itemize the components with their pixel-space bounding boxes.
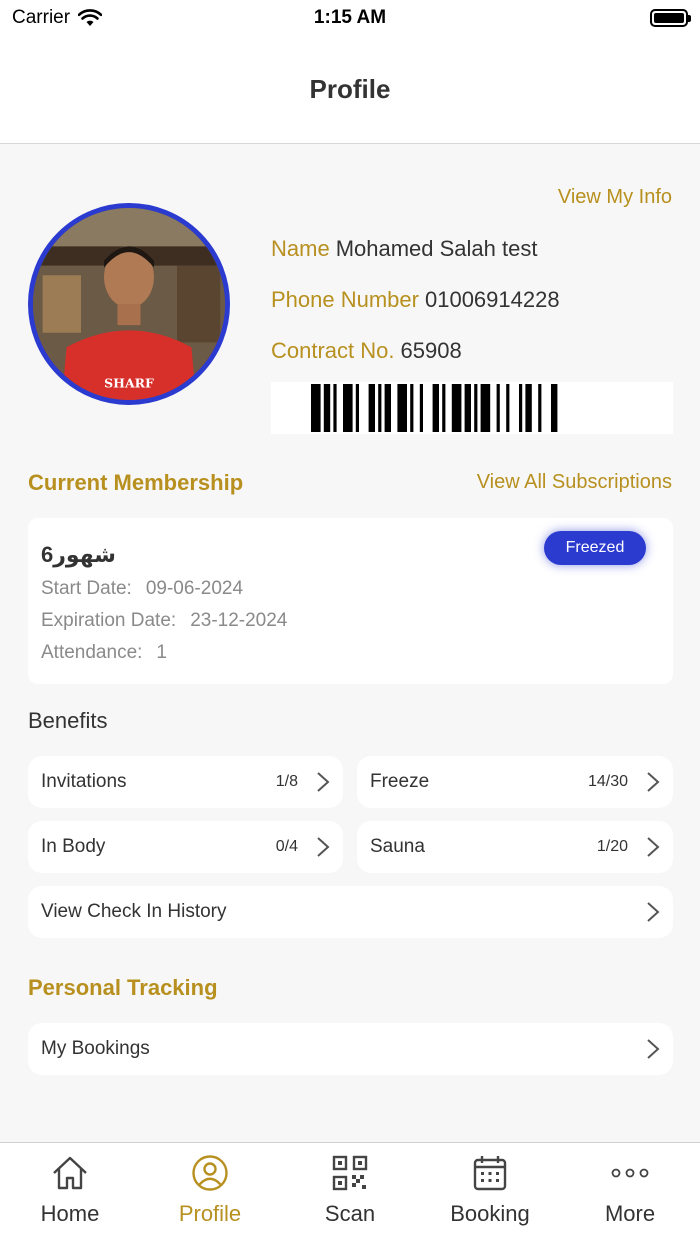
benefit-label: In Body — [41, 836, 106, 857]
barcode-bar — [451, 384, 462, 432]
personal-tracking-title: Personal Tracking — [28, 975, 218, 1000]
carrier-label: Carrier — [12, 7, 71, 28]
barcode-bar — [333, 384, 337, 432]
chevron-right-icon — [647, 1039, 660, 1059]
bookings-label: My Bookings — [41, 1038, 150, 1059]
chevron-right-icon — [647, 902, 660, 922]
battery-icon — [650, 9, 691, 27]
qr-code-icon — [332, 1155, 368, 1191]
benefit-freeze[interactable]: Freeze 14/30 — [357, 756, 673, 808]
benefit-count: 14/30 — [587, 773, 628, 790]
barcode-image — [271, 382, 673, 434]
chevron-right-icon — [317, 772, 330, 792]
barcode-bar — [464, 384, 471, 432]
barcode-bar — [410, 384, 414, 432]
status-bar: Carrier 1:15 AM — [0, 0, 700, 36]
my-bookings-row[interactable]: My Bookings — [28, 1023, 673, 1075]
barcode-bar — [525, 384, 532, 432]
view-check-in-history-row[interactable]: View Check In History — [28, 886, 673, 938]
tab-profile[interactable]: Profile — [140, 1143, 280, 1244]
phone-row: Phone Number 01006914228 — [271, 287, 560, 313]
contract-value: 65908 — [400, 338, 462, 363]
benefits-title: Benefits — [28, 708, 108, 733]
plan-name: 6شهور — [41, 542, 116, 567]
expiration-date-label: Expiration Date: — [41, 610, 177, 631]
avatar: SHARF — [28, 203, 230, 405]
name-label: Name — [271, 236, 330, 261]
barcode-bar — [496, 384, 500, 432]
tab-label: Profile — [178, 1201, 242, 1226]
benefit-label: Freeze — [370, 771, 430, 792]
start-date-row: Start Date: 09-06-2024 — [41, 578, 243, 600]
barcode-bar — [311, 384, 321, 432]
attendance-value: 1 — [156, 642, 167, 663]
barcode-bar — [419, 384, 423, 432]
benefit-label: Invitations — [41, 771, 127, 792]
benefit-label: Sauna — [370, 836, 425, 857]
barcode-bar — [378, 384, 382, 432]
start-date-label: Start Date: — [41, 578, 132, 599]
barcode-bar — [432, 384, 439, 432]
tab-home[interactable]: Home — [0, 1143, 140, 1244]
name-value: Mohamed Salah test — [335, 236, 538, 261]
tab-booking[interactable]: Booking — [420, 1143, 560, 1244]
home-icon — [53, 1156, 87, 1190]
benefit-count: 1/8 — [275, 773, 298, 790]
tab-label: More — [604, 1201, 656, 1226]
phone-label: Phone Number — [271, 287, 419, 312]
benefit-invitations[interactable]: Invitations 1/8 — [28, 756, 343, 808]
barcode-bar — [551, 384, 558, 432]
history-label: View Check In History — [41, 901, 227, 922]
barcode-bar — [323, 384, 331, 432]
barcode-bar — [343, 384, 353, 432]
wifi-icon — [78, 9, 103, 26]
contract-row: Contract No. 65908 — [271, 338, 462, 364]
benefit-count: 1/20 — [596, 838, 628, 855]
status-time: 1:15 AM — [313, 7, 387, 28]
barcode-bar — [519, 384, 523, 432]
chevron-right-icon — [647, 772, 660, 792]
tab-label: Booking — [450, 1201, 530, 1226]
benefit-count: 0/4 — [275, 838, 298, 855]
phone-value: 01006914228 — [424, 287, 560, 312]
tab-scan[interactable]: Scan — [280, 1143, 420, 1244]
barcode-bar — [397, 384, 407, 432]
view-my-info-link[interactable]: View My Info — [558, 186, 672, 209]
expiration-date-value: 23-12-2024 — [190, 610, 288, 631]
attendance-row: Attendance: 1 — [41, 642, 167, 664]
status-badge: Freezed — [544, 531, 646, 565]
tab-label: Scan — [324, 1201, 376, 1226]
tab-bar: Home Profile Scan Booking More — [0, 1142, 700, 1244]
barcode-bar — [368, 384, 375, 432]
svg-text:SHARF: SHARF — [104, 376, 154, 391]
barcode-bar — [355, 384, 359, 432]
membership-card[interactable]: 6شهور Freezed Start Date: 09-06-2024 Expi… — [28, 518, 673, 684]
barcode-bar — [538, 384, 542, 432]
name-row: Name Mohamed Salah test — [271, 236, 537, 262]
start-date-value: 09-06-2024 — [145, 578, 244, 599]
calendar-icon — [473, 1156, 507, 1191]
barcode-bar — [506, 384, 510, 432]
chevron-right-icon — [647, 837, 660, 857]
nav-header: Profile — [0, 36, 700, 144]
expiration-date-row: Expiration Date: 23-12-2024 — [41, 610, 287, 632]
barcode-bar — [480, 384, 491, 432]
profile-icon — [192, 1155, 228, 1191]
chevron-right-icon — [317, 837, 330, 857]
contract-label: Contract No. — [271, 338, 395, 363]
attendance-label: Attendance: — [41, 642, 143, 663]
barcode-bar — [474, 384, 478, 432]
benefit-sauna[interactable]: Sauna 1/20 — [357, 821, 673, 873]
barcode-bar — [384, 384, 391, 432]
current-membership-title: Current Membership — [28, 470, 244, 495]
tab-more[interactable]: More — [560, 1143, 700, 1244]
tab-label: Home — [40, 1201, 100, 1226]
view-all-subscriptions-link[interactable]: View All Subscriptions — [477, 471, 672, 494]
benefit-in-body[interactable]: In Body 0/4 — [28, 821, 343, 873]
page-title: Profile — [309, 74, 391, 104]
more-icon — [611, 1168, 649, 1178]
barcode-bar — [442, 384, 446, 432]
